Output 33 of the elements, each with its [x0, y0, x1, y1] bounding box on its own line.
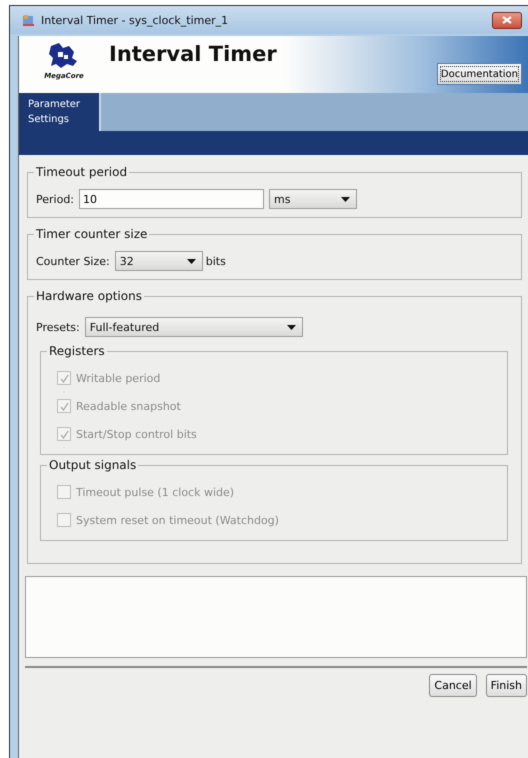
checkbox-label: Timeout pulse (1 clock wide): [76, 486, 234, 498]
field-label: Period:: [36, 192, 74, 206]
checkbox-label: System reset on timeout (Watchdog): [76, 514, 279, 526]
documentation-button[interactable]: Documentation: [436, 63, 522, 85]
group-title: Timer counter size: [34, 227, 150, 241]
tab[interactable]: Parameter Settings: [19, 93, 101, 131]
caret-icon: [286, 324, 296, 330]
checkbox-label: Readable snapshot: [76, 400, 181, 412]
caret-icon: [341, 196, 350, 202]
dropdown[interactable]: ms: [269, 189, 358, 209]
text-field[interactable]: 10: [79, 189, 264, 209]
window-title: Interval Timer - sys_clock_timer_1: [41, 14, 230, 26]
field-label: Presets:: [36, 320, 80, 334]
window-icon: [22, 14, 35, 26]
caret-icon: [186, 258, 196, 264]
page-title: Interval Timer: [109, 41, 278, 66]
group-title: Output signals: [47, 458, 138, 472]
dialog-button[interactable]: Finish: [486, 674, 527, 697]
check-icon: [58, 400, 70, 412]
check-icon: [58, 372, 70, 384]
checkbox-label: Start/Stop control bits: [76, 428, 197, 440]
group-title: Hardware options: [34, 289, 144, 303]
check-icon: [58, 428, 70, 440]
close-button[interactable]: [492, 12, 522, 28]
close-icon: [501, 15, 513, 25]
checkbox-label: Writable period: [76, 372, 160, 384]
unit-label: bits: [206, 254, 226, 268]
field-label: Counter Size:: [36, 254, 110, 268]
group-title: Timeout period: [34, 165, 130, 179]
dropdown[interactable]: Full-featured: [84, 317, 303, 337]
group-title: Registers: [47, 344, 107, 358]
dropdown[interactable]: 32: [114, 251, 203, 271]
dialog-button[interactable]: Cancel: [429, 674, 477, 697]
